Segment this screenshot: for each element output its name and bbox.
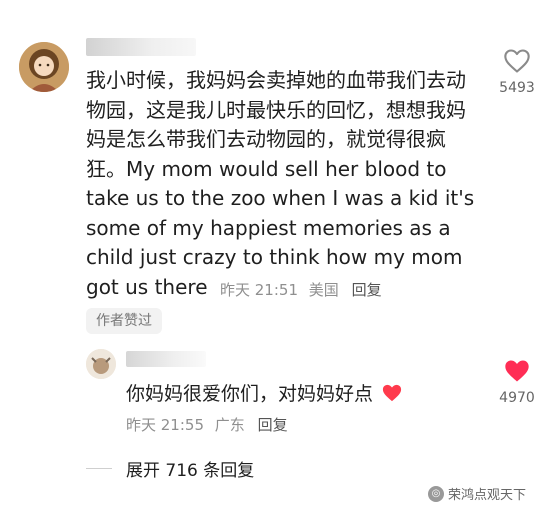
commenter-avatar[interactable] <box>19 42 69 92</box>
reply-reply-button[interactable]: 回复 <box>258 416 288 434</box>
reply-time: 昨天 21:55 <box>126 416 204 434</box>
heart-filled-icon[interactable] <box>503 358 531 384</box>
author-liked-badge: 作者赞过 <box>86 308 162 334</box>
reply-like-group[interactable]: 4970 <box>492 358 542 406</box>
comment-time: 昨天 21:51 <box>220 281 298 299</box>
commenter-name-redacted <box>86 38 196 56</box>
replier-avatar[interactable] <box>86 349 116 379</box>
replier-avatar-illustration <box>86 349 116 379</box>
reply-location: 广东 <box>214 416 245 434</box>
watermark: ◎ 荣鸿点观天下 <box>428 484 526 503</box>
comment-location: 美国 <box>308 281 339 299</box>
expand-divider <box>86 468 112 469</box>
watermark-text: 荣鸿点观天下 <box>448 488 527 503</box>
avatar-illustration <box>19 42 69 92</box>
replier-name-redacted <box>126 351 206 367</box>
comment-meta: 昨天 21:51 美国 回复 <box>220 276 382 306</box>
comment-text: 我小时候，我妈妈会卖掉她的血带我们去动物园，这是我儿时最快乐的回忆，想想我妈妈是… <box>86 68 475 299</box>
reply-like-count: 4970 <box>499 390 535 406</box>
comment-like-group[interactable]: 5493 <box>492 48 542 96</box>
comment-like-count: 5493 <box>499 80 535 96</box>
red-heart-emoji <box>382 384 402 402</box>
heart-outline-icon[interactable] <box>503 48 531 74</box>
watermark-icon: ◎ <box>428 485 444 502</box>
expand-replies-button[interactable]: 展开 716 条回复 <box>126 456 254 481</box>
comment-reply-button[interactable]: 回复 <box>352 281 382 299</box>
reply-text-row: 你妈妈很爱你们，对妈妈好点 <box>126 380 403 408</box>
reply-meta: 昨天 21:55 广东 回复 <box>126 414 288 435</box>
reply-text: 你妈妈很爱你们，对妈妈好点 <box>126 383 374 405</box>
